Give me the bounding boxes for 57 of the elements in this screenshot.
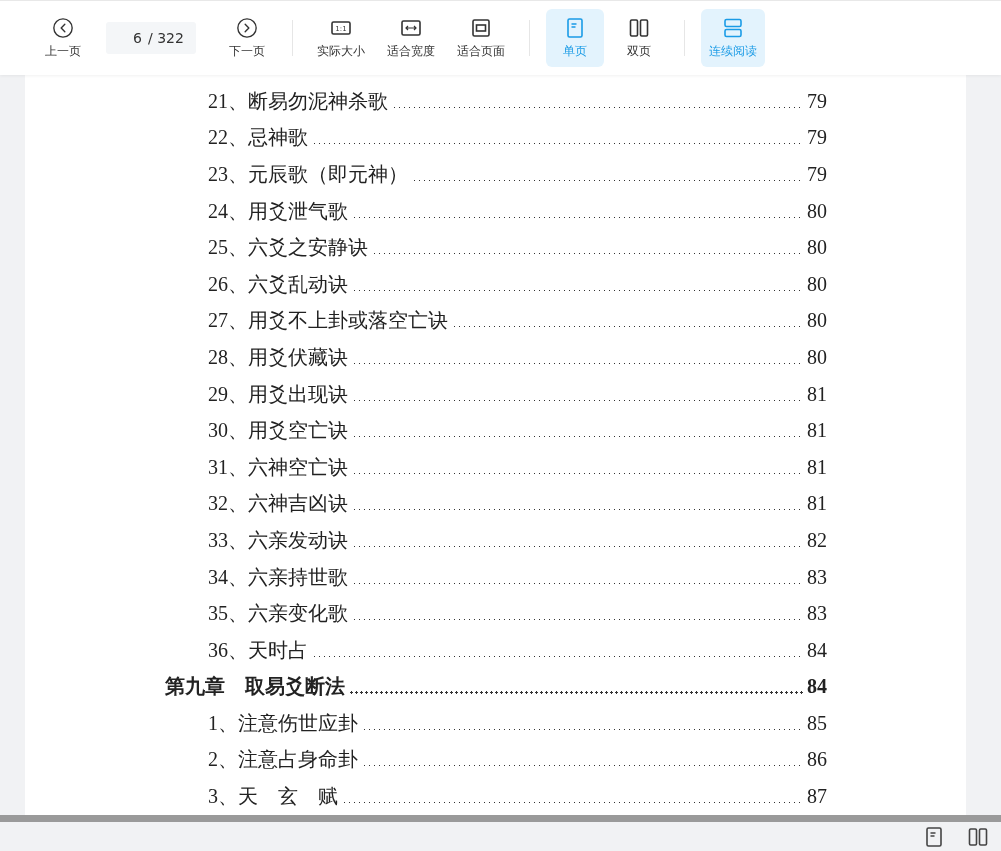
double-page-button[interactable]: 双页 [610, 9, 668, 67]
page-number: 80 [807, 199, 827, 223]
entry-title: 34、六亲持世歌 [208, 564, 348, 590]
entry-title: 1、注意伤世应卦 [208, 710, 358, 736]
page-number: 81 [807, 419, 827, 443]
page-number: 81 [807, 455, 827, 479]
single-page-icon [923, 825, 945, 848]
double-page-status-icon[interactable] [967, 825, 989, 848]
entry-title: 3、天 玄 赋 [208, 784, 338, 810]
next-icon [236, 16, 258, 39]
page-number: 87 [807, 785, 827, 809]
page-total: / 322 [146, 22, 196, 54]
page-number: 79 [807, 126, 827, 150]
page-number: 82 [807, 528, 827, 552]
entry-title: 27、用爻不上卦或落空亡诀 [208, 308, 448, 334]
double-page-icon [628, 16, 650, 39]
previous-icon [52, 16, 74, 39]
page-number: 80 [807, 272, 827, 296]
entry-title: 29、用爻出现诀 [208, 381, 348, 407]
double-page-icon [967, 825, 989, 848]
entry-title: 25、六爻之安静诀 [208, 235, 368, 261]
continuous-page-icon [722, 16, 744, 39]
fit-page-icon [470, 16, 492, 39]
entry-title: 28、用爻伏藏诀 [208, 344, 348, 370]
single-page-icon [564, 16, 586, 39]
page-number: 81 [807, 492, 827, 516]
entry-title: 31、六神空亡诀 [208, 454, 348, 480]
next-page-button[interactable]: 下一页 [218, 9, 276, 67]
entry-title: 33、六亲发动诀 [208, 527, 348, 553]
page-number: 79 [807, 89, 827, 113]
entry-title: 22、忌神歌 [208, 125, 308, 151]
page-number: 86 [807, 748, 827, 772]
page-number: 80 [807, 236, 827, 260]
single-page-status-icon[interactable] [923, 825, 945, 848]
entry-title: 30、用爻空亡诀 [208, 418, 348, 444]
page-number: 84 [807, 675, 827, 699]
fit-page-button[interactable]: 适合页面 [449, 9, 513, 67]
page-number: 84 [807, 638, 827, 662]
page-number: 85 [807, 711, 827, 735]
page-number: 83 [807, 602, 827, 626]
page-number: 80 [807, 309, 827, 333]
entry-title: 32、六神吉凶诀 [208, 491, 348, 517]
page-number-field[interactable]: 6 [106, 22, 146, 54]
entry-title: 2、注意占身命卦 [208, 747, 358, 773]
entry-title: 23、元辰歌（即元神） [208, 162, 408, 187]
entry-title: 第九章 取易爻断法 [165, 674, 345, 700]
entry-title: 21、断易勿泥神杀歌 [208, 88, 388, 114]
entry-title: 36、天时占 [208, 637, 308, 663]
page-number: 79 [807, 163, 827, 186]
entry-title: 24、用爻泄气歌 [208, 198, 348, 224]
page-number: 83 [807, 565, 827, 589]
page-number: 81 [807, 382, 827, 406]
entry-title: 26、六爻乱动诀 [208, 271, 348, 297]
fit-width-button[interactable]: 适合宽度 [379, 9, 443, 67]
page-number: 80 [807, 345, 827, 369]
previous-page-button[interactable]: 上一页 [34, 9, 92, 67]
entry-title: 35、六亲变化歌 [208, 601, 348, 627]
